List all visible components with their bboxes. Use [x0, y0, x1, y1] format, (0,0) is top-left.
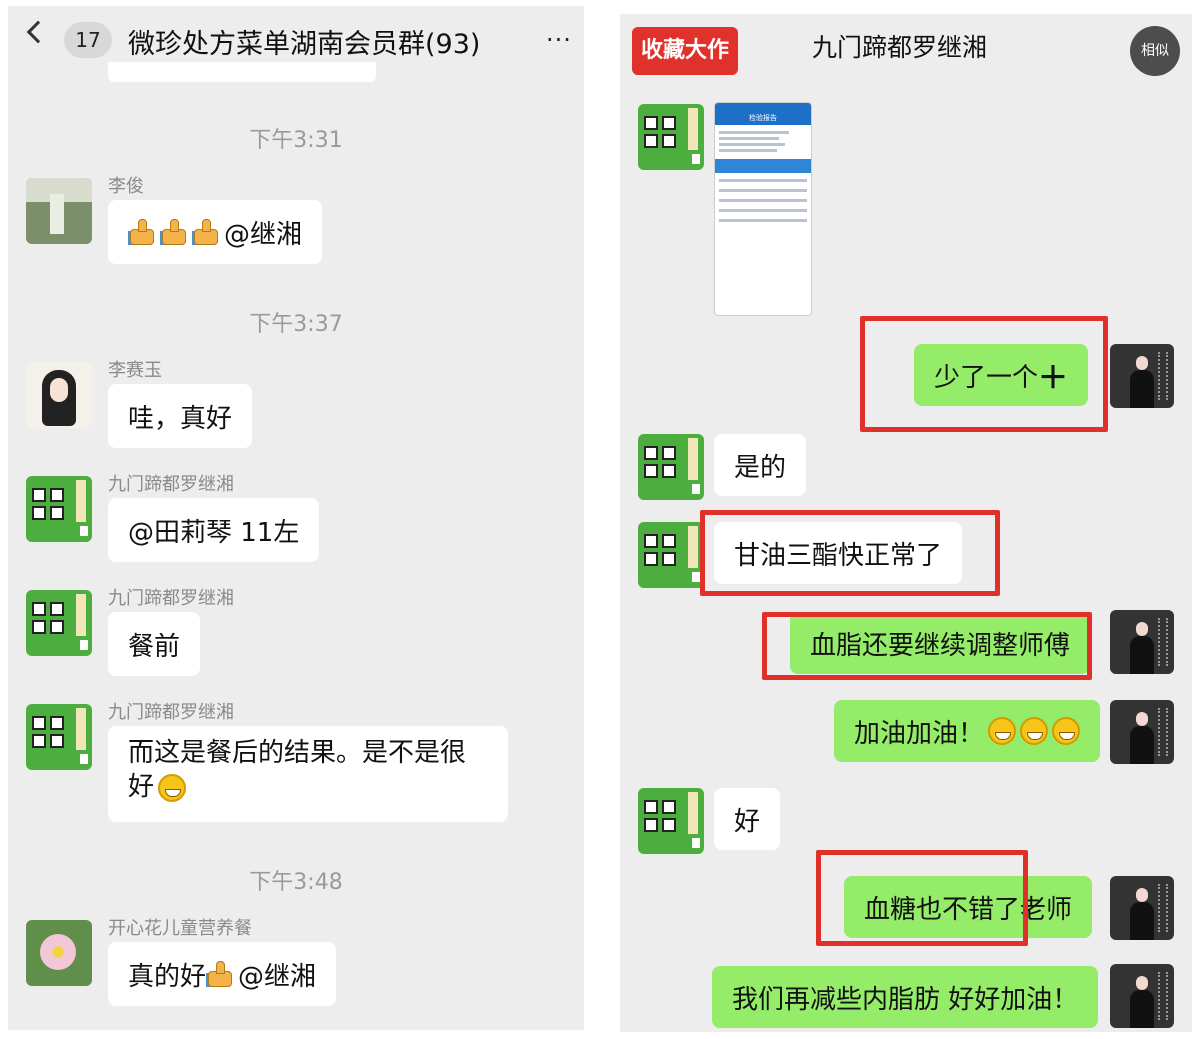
sender-name: 开心花儿童营养餐: [108, 918, 252, 939]
message-bubble[interactable]: 哇，真好: [108, 384, 253, 448]
message-text: 加油加油！: [854, 718, 985, 749]
message-bubble[interactable]: 而这是餐后的结果。是不是很好: [108, 726, 508, 822]
message-bubble[interactable]: 加油加油！: [834, 700, 1101, 762]
sender-name: 九门蹄都罗继湘: [108, 474, 234, 495]
highlight-box: [700, 510, 1000, 596]
message-text: @继湘: [224, 219, 303, 250]
grin-emoji-icon: [1020, 717, 1049, 745]
message-text: 真的好: [128, 961, 207, 992]
avatar[interactable]: [1110, 700, 1174, 764]
message-text: 餐前: [128, 631, 181, 662]
more-options-icon[interactable]: ···: [546, 26, 572, 54]
message-text: 我们再减些内脂肪 好好加油！: [732, 984, 1079, 1015]
message-bubble[interactable]: 是的: [714, 434, 807, 496]
timestamp: 下午3:31: [249, 128, 343, 153]
sender-name: 李赛玉: [108, 360, 162, 381]
collection-badge: 收藏大作: [632, 27, 738, 75]
avatar[interactable]: [26, 362, 92, 428]
message-text: 是的: [734, 452, 787, 483]
sender-name: 九门蹄都罗继湘: [108, 702, 234, 723]
back-arrow-icon[interactable]: [26, 20, 50, 44]
message-bubble[interactable]: 好: [714, 788, 781, 850]
unread-count-badge: 17: [64, 22, 112, 58]
screenshot-title: 检验报告: [715, 103, 811, 125]
grin-emoji-icon: [1052, 717, 1081, 745]
avatar[interactable]: [1110, 610, 1174, 674]
highlight-box: [816, 850, 1028, 946]
sender-name: 李俊: [108, 176, 144, 197]
previous-message-bubble: [108, 62, 376, 82]
highlight-box: [860, 316, 1108, 432]
left-chat-panel: 17 微珍处方菜单湖南会员群(93) ··· 下午3:31 李俊 @继湘 下午3…: [8, 6, 584, 1030]
similar-button[interactable]: 相似: [1130, 26, 1180, 76]
smile-emoji-icon: [158, 773, 187, 802]
grin-emoji-icon: [988, 717, 1017, 745]
avatar[interactable]: [638, 434, 704, 500]
chat-title: 九门蹄都罗继湘: [812, 33, 988, 62]
thumbs-up-icon: [128, 217, 158, 247]
message-bubble[interactable]: @继湘: [108, 200, 323, 264]
avatar[interactable]: [1110, 876, 1174, 940]
mention-text: @继湘: [238, 961, 317, 992]
avatar[interactable]: [26, 704, 92, 770]
highlight-box: [762, 612, 1092, 680]
group-chat-title: 微珍处方菜单湖南会员群(93): [128, 29, 481, 60]
sender-name: 九门蹄都罗继湘: [108, 588, 234, 609]
message-bubble[interactable]: 餐前: [108, 612, 201, 676]
avatar[interactable]: [638, 104, 704, 170]
avatar[interactable]: [638, 788, 704, 854]
message-bubble[interactable]: @田莉琴 11左: [108, 498, 320, 562]
message-text: 哇，真好: [128, 403, 233, 434]
avatar[interactable]: [26, 476, 92, 542]
timestamp: 下午3:48: [249, 870, 343, 895]
thumbs-up-icon: [206, 959, 236, 989]
avatar[interactable]: [1110, 344, 1174, 408]
avatar[interactable]: [638, 522, 704, 588]
message-text: 好: [734, 806, 761, 837]
avatar[interactable]: [26, 178, 92, 244]
thumbs-up-icon: [160, 217, 190, 247]
avatar[interactable]: [1110, 964, 1174, 1028]
avatar[interactable]: [26, 590, 92, 656]
thumbs-up-icon: [192, 217, 222, 247]
message-bubble[interactable]: 我们再减些内脂肪 好好加油！: [712, 966, 1099, 1028]
right-chat-panel: 收藏大作 九门蹄都罗继湘 相似 检验报告 少了一个＋ 是的 甘油三酯快正常了 血…: [620, 14, 1192, 1032]
avatar[interactable]: [26, 920, 92, 986]
message-text: @田莉琴 11左: [128, 517, 300, 548]
message-bubble[interactable]: 真的好 @继湘: [108, 942, 337, 1006]
lab-report-screenshot[interactable]: 检验报告: [714, 102, 812, 316]
timestamp: 下午3:37: [249, 312, 343, 337]
